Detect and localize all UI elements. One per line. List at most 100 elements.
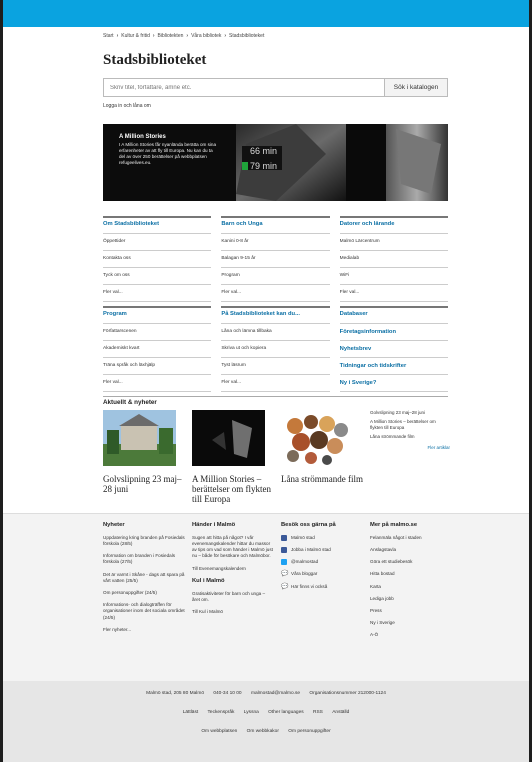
hero-banner[interactable]: A Million Stories I A Million Stories få… bbox=[103, 124, 448, 201]
footer-title: Besök oss gärna på bbox=[281, 522, 336, 528]
bottom-link[interactable]: Lättläst bbox=[183, 710, 198, 715]
bottom-link[interactable]: RSS bbox=[313, 710, 323, 715]
email-link[interactable]: malmostad@malmo.se bbox=[251, 691, 300, 696]
column-link[interactable]: Nyhetsbrev bbox=[339, 341, 448, 358]
column-barn: Barn och Unga Kanini 0-8 år Balagan 9-15… bbox=[221, 216, 330, 302]
column-link[interactable]: Företagsinformation bbox=[339, 324, 448, 341]
search-button[interactable]: Sök i katalogen bbox=[385, 78, 448, 97]
footer-hander: Händer i Malmö Sugen att hitta på något?… bbox=[192, 522, 274, 621]
news-card[interactable]: Låna strömmande film bbox=[281, 410, 366, 485]
hero-text: A Million Stories I A Million Stories få… bbox=[119, 134, 219, 166]
footer-link[interactable]: A-Ö bbox=[370, 632, 452, 638]
footer-link[interactable]: Information om branden i Fosiedals försk… bbox=[103, 553, 185, 565]
column-link[interactable]: Fler val... bbox=[221, 285, 330, 302]
bottom-bar: Malmö stad, 205 80 Malmö 040-34 10 00 ma… bbox=[3, 681, 529, 762]
news-side-link[interactable]: Låna strömmande film bbox=[370, 434, 450, 440]
column-link[interactable]: Kontakta oss bbox=[103, 251, 212, 268]
breadcrumb-item: Stadsbiblioteket bbox=[229, 33, 265, 39]
footer-social-link[interactable]: 💬 Här finns vi också bbox=[281, 584, 363, 590]
column-link[interactable]: Författarscenen bbox=[103, 324, 212, 341]
news-card[interactable]: Golvslipning 23 maj–28 juni bbox=[103, 410, 188, 495]
footer-social-link[interactable]: 💬 Våra bloggar bbox=[281, 571, 363, 577]
search-input[interactable] bbox=[103, 78, 385, 97]
bottom-link[interactable]: Om webbkakor bbox=[247, 729, 279, 734]
column-link[interactable]: Fler val... bbox=[221, 375, 330, 392]
footer-link[interactable]: Press bbox=[370, 608, 452, 614]
breadcrumb-item[interactable]: Våra bibliotek bbox=[191, 33, 221, 39]
column-link[interactable]: Program bbox=[221, 268, 330, 285]
footer-link[interactable]: Karta bbox=[370, 584, 452, 590]
accessibility-row: Lättläst Teckenspråk Lyssna Other langua… bbox=[3, 710, 529, 715]
bottom-link[interactable]: Lyssna bbox=[244, 710, 259, 715]
column-title[interactable]: Barn och Unga bbox=[221, 216, 330, 234]
hero-title: A Million Stories bbox=[119, 134, 166, 140]
bottom-link[interactable]: Om personuppgifter bbox=[288, 729, 330, 734]
footer-link[interactable]: Anslagstavla bbox=[370, 547, 452, 553]
footer-link[interactable]: Felanmäla något i staden bbox=[370, 535, 452, 541]
phone-link[interactable]: 040-34 10 00 bbox=[213, 691, 241, 696]
column-link[interactable]: Medialab bbox=[339, 251, 448, 268]
column-program: Program Författarscenen Akademiskt kvart… bbox=[103, 306, 212, 392]
news-card[interactable]: A Million Stories – berättelser om flykt… bbox=[192, 410, 277, 505]
column-title[interactable]: Om Stadsbiblioteket bbox=[103, 216, 212, 234]
column-link[interactable]: Öppettider bbox=[103, 234, 212, 251]
column-link[interactable]: Låna och lämna tillbaka bbox=[221, 324, 330, 341]
footer-link[interactable]: Fler nyheter... bbox=[103, 627, 185, 633]
column-link[interactable]: WiFi bbox=[339, 268, 448, 285]
bottom-link[interactable]: Other languages bbox=[268, 710, 303, 715]
breadcrumb-item[interactable]: Bibliotekten bbox=[158, 33, 184, 39]
column-link[interactable]: Ny i Sverige? bbox=[339, 375, 448, 392]
column-link[interactable]: Kanini 0-8 år bbox=[221, 234, 330, 251]
footer-link[interactable]: Göra ett studiebesök bbox=[370, 559, 452, 565]
breadcrumb-item[interactable]: Start bbox=[103, 33, 114, 39]
column-link[interactable]: Fler val... bbox=[103, 285, 212, 302]
news-sidebar: Golvslipning 23 maj–28 juni A Million St… bbox=[370, 410, 450, 454]
footer-social-link[interactable]: Jobba i Malmö stad bbox=[281, 547, 363, 554]
facebook-icon bbox=[281, 534, 287, 541]
footer-link[interactable]: Uppdatering kring branden på Fosiedals f… bbox=[103, 535, 185, 547]
column-link[interactable]: Fler val... bbox=[339, 285, 448, 302]
column-link[interactable]: Tyck om oss bbox=[103, 268, 212, 285]
column-link[interactable]: Tidningar och tidskrifter bbox=[339, 358, 448, 375]
footer-link[interactable]: Hitta bostad bbox=[370, 571, 452, 577]
bottom-link[interactable]: Teckenspråk bbox=[208, 710, 235, 715]
footer-link[interactable]: Lediga jobb bbox=[370, 596, 452, 602]
news-caption[interactable]: Golvslipning 23 maj–28 juni bbox=[103, 474, 188, 495]
news-side-link[interactable]: A Million Stories – berättelser om flykt… bbox=[370, 419, 450, 431]
column-link[interactable]: Balagan 9-15 år bbox=[221, 251, 330, 268]
bottom-link[interactable]: Anställd bbox=[332, 710, 349, 715]
hero-description: I A Million Stories får nyanlända berätt… bbox=[119, 142, 217, 165]
column-link[interactable]: Tyst läsrum bbox=[221, 358, 330, 375]
column-title[interactable]: Datorer och lärande bbox=[339, 216, 448, 234]
column-link[interactable]: Skriva ut och kopiera bbox=[221, 341, 330, 358]
news-caption[interactable]: A Million Stories – berättelser om flykt… bbox=[192, 474, 277, 505]
twitter-icon bbox=[281, 559, 287, 566]
more-articles-link[interactable]: Fler artiklar bbox=[370, 445, 450, 451]
footer-link[interactable]: Om personuppgifter (24/5) bbox=[103, 590, 185, 596]
footer-social-link[interactable]: @malmostad bbox=[281, 559, 363, 566]
footer-link[interactable]: Till Kul i Malmö bbox=[192, 609, 274, 615]
column-link[interactable]: Akademiskt kvart bbox=[103, 341, 212, 358]
column-title[interactable]: Databaser bbox=[339, 306, 448, 324]
footer-besok: Besök oss gärna på Malmö stad Jobba i Ma… bbox=[281, 522, 363, 596]
column-title[interactable]: På Stadsbiblioteket kan du... bbox=[221, 306, 330, 324]
bottom-link[interactable]: Om webbplatsen bbox=[201, 729, 237, 734]
news-caption[interactable]: Låna strömmande film bbox=[281, 474, 366, 485]
column-title[interactable]: Program bbox=[103, 306, 212, 324]
news-side-link[interactable]: Golvslipning 23 maj–28 juni bbox=[370, 410, 450, 416]
link-columns-bottom: Program Författarscenen Akademiskt kvart… bbox=[103, 306, 448, 392]
social-label: @malmostad bbox=[291, 559, 319, 565]
breadcrumb-item[interactable]: Kultur & fritid bbox=[121, 33, 150, 39]
column-link[interactable]: Malmö Lärcentrum bbox=[339, 234, 448, 251]
footer-link[interactable]: Det är varmt i Skåne - dags att spara på… bbox=[103, 572, 185, 584]
footer-social-link[interactable]: Malmö stad bbox=[281, 535, 363, 541]
column-link[interactable]: Fler val... bbox=[103, 375, 212, 392]
column-link[interactable]: Träna språk och läxhjälp bbox=[103, 358, 212, 375]
footer-link[interactable]: Till Evenemangskalendern bbox=[192, 566, 274, 572]
footer-link[interactable]: Ny i Sverige bbox=[370, 620, 452, 626]
footer-link[interactable]: Informations- och dialogträffen för orga… bbox=[103, 602, 185, 621]
login-link[interactable]: Logga in och låna om bbox=[103, 103, 448, 109]
chevron-right-icon: › bbox=[224, 33, 227, 39]
news-section-title: Aktuellt & nyheter bbox=[103, 396, 448, 406]
column-kan-du: På Stadsbiblioteket kan du... Låna och l… bbox=[221, 306, 330, 392]
